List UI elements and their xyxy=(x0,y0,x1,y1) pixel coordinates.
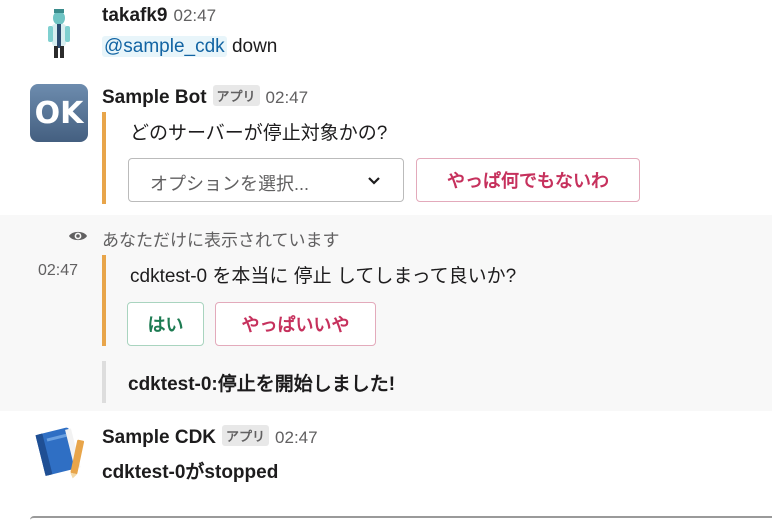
eye-icon xyxy=(68,229,88,248)
ephemeral-message: あなただけに表示されています 02:47 cdktest-0 を本当に 停止 し… xyxy=(0,215,772,411)
cdk-avatar[interactable] xyxy=(30,422,88,480)
bot-avatar[interactable]: OK xyxy=(30,84,88,142)
message-text: down xyxy=(231,36,278,57)
message-takafk9: takafk9 02:47 @sample_cdk down xyxy=(0,0,772,80)
message-header: takafk9 02:47 xyxy=(102,5,216,27)
message-sample-cdk: Sample CDK アプリ 02:47 cdktest-0がstopped xyxy=(0,412,772,520)
message-sample-bot: OK Sample Bot アプリ 02:47 どのサーバーが停止対象かの? オプシ… xyxy=(0,80,772,215)
confirm-question: cdktest-0 を本当に 停止 してしまって良いか? xyxy=(130,266,517,287)
user-mention[interactable]: @sample_cdk xyxy=(102,36,227,57)
result-attachment: cdktest-0:停止を開始しました! xyxy=(102,361,395,403)
yes-button[interactable]: はい xyxy=(127,302,204,346)
app-badge: アプリ xyxy=(212,85,260,106)
timestamp[interactable]: 02:47 xyxy=(266,88,309,107)
username[interactable]: takafk9 xyxy=(102,5,168,26)
attachment-question: どのサーバーが停止対象かの? xyxy=(130,123,388,144)
attachment: cdktest-0 を本当に 停止 してしまって良いか? はい やっぱいいや xyxy=(102,255,516,346)
ephemeral-label: あなただけに表示されています xyxy=(102,231,340,250)
bot-name[interactable]: Sample CDK xyxy=(102,427,216,448)
result-text: cdktest-0:停止を開始しました! xyxy=(128,374,396,395)
timestamp[interactable]: 02:47 xyxy=(275,428,318,447)
bot-name[interactable]: Sample Bot xyxy=(102,87,207,108)
ok-icon: OK xyxy=(34,95,84,131)
attachment: どのサーバーが停止対象かの? オプションを選択... やっぱ何でもないわ xyxy=(102,112,640,204)
timestamp[interactable]: 02:47 xyxy=(38,262,78,280)
user-avatar[interactable] xyxy=(30,4,88,62)
book-icon xyxy=(35,427,85,479)
app-badge: アプリ xyxy=(222,425,270,446)
no-button[interactable]: やっぱいいや xyxy=(215,302,376,346)
message-input-edge[interactable] xyxy=(30,516,772,520)
message-header: Sample Bot アプリ 02:47 xyxy=(102,85,308,109)
cancel-button[interactable]: やっぱ何でもないわ xyxy=(416,158,640,202)
message-body: @sample_cdk down xyxy=(102,36,277,58)
select-placeholder: オプションを選択... xyxy=(150,174,310,194)
person-avatar-icon xyxy=(48,9,70,58)
message-text: cdktest-0がstopped xyxy=(102,462,279,483)
message-header: Sample CDK アプリ 02:47 xyxy=(102,425,318,449)
timestamp[interactable]: 02:47 xyxy=(174,6,217,25)
chevron-down-icon xyxy=(367,173,381,189)
option-select[interactable]: オプションを選択... xyxy=(128,158,404,202)
